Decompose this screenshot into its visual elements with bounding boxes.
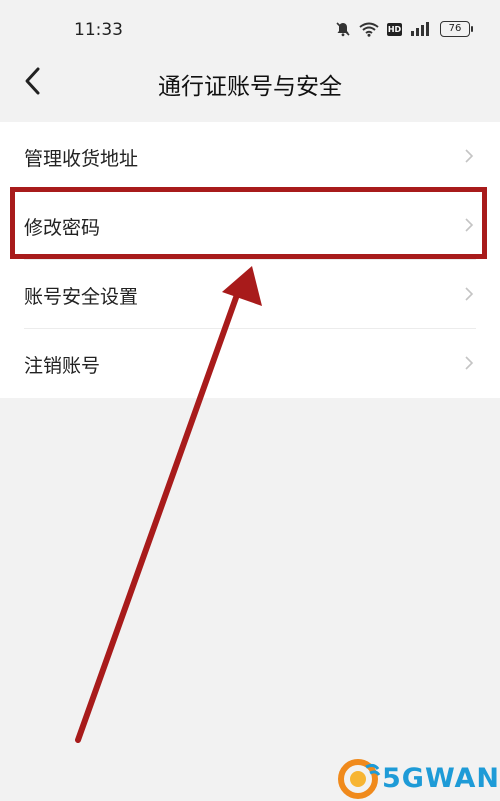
menu-item-label: 注销账号 xyxy=(24,355,101,377)
watermark: 5GWAN xyxy=(334,755,500,801)
signal-icon xyxy=(411,22,429,36)
watermark-logo-icon xyxy=(338,759,381,799)
chevron-right-icon xyxy=(465,356,474,370)
menu-item-cancel-account[interactable]: 注销账号 xyxy=(0,329,500,398)
annotation-arrow xyxy=(75,266,262,743)
chevron-right-icon xyxy=(465,149,474,163)
page-title: 通行证账号与安全 xyxy=(158,74,342,100)
wifi-icon xyxy=(359,22,379,37)
nav-bar: 通行证账号与安全 xyxy=(0,55,500,107)
status-icons: HD 76 xyxy=(335,21,473,37)
watermark-text: 5GWAN xyxy=(382,763,500,794)
status-time: 11:33 xyxy=(74,20,123,40)
status-bar: 11:33 HD 76 xyxy=(0,0,500,60)
chevron-right-icon xyxy=(465,287,474,301)
menu-item-manage-address[interactable]: 管理收货地址 xyxy=(0,122,500,191)
hd-icon: HD xyxy=(387,22,402,36)
battery-icon: 76 xyxy=(440,21,473,37)
menu-item-label: 管理收货地址 xyxy=(24,148,139,170)
menu-item-label: 账号安全设置 xyxy=(24,286,139,308)
mute-icon xyxy=(336,22,350,37)
menu-item-account-security[interactable]: 账号安全设置 xyxy=(0,260,500,329)
annotation-highlight-box xyxy=(10,187,487,259)
menu-list: 管理收货地址 修改密码 账号安全设置 注销账号 xyxy=(0,122,500,398)
